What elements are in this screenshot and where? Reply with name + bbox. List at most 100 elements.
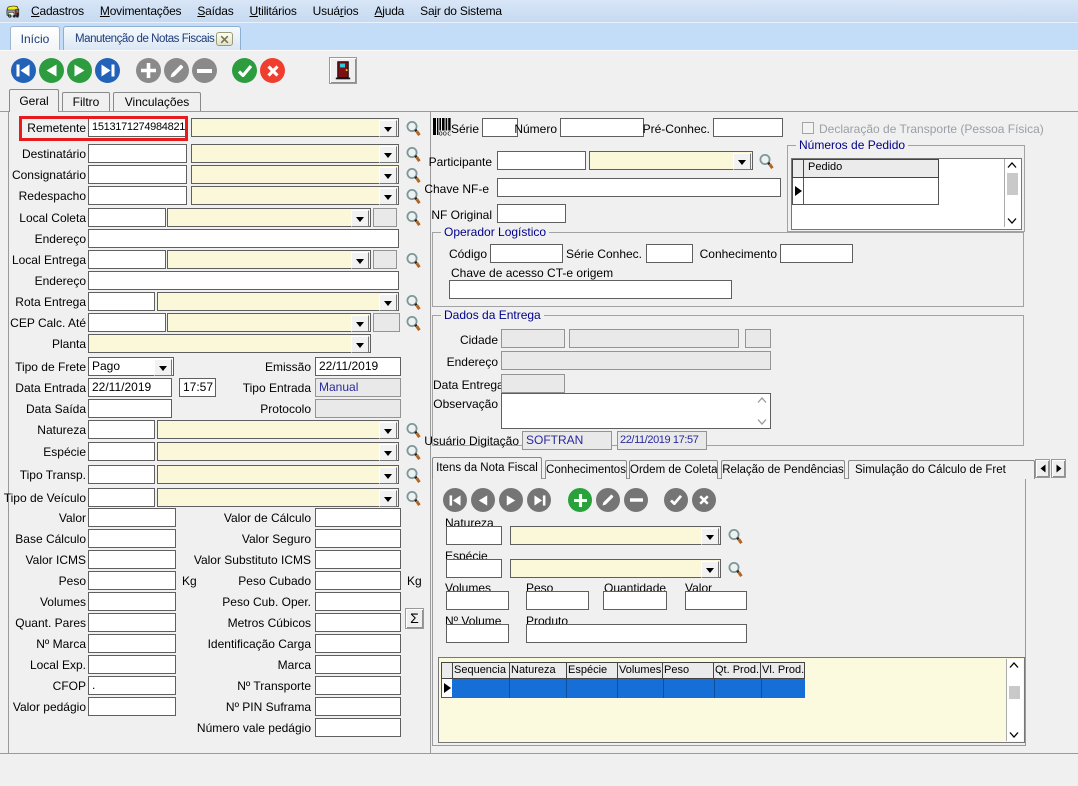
local-coleta-input[interactable] (88, 208, 166, 227)
chevron-down-icon[interactable] (733, 153, 751, 170)
scroll-down-icon[interactable] (757, 419, 767, 425)
valor-subst-icms-input[interactable] (315, 550, 401, 569)
rota-entrega-combo[interactable] (157, 292, 399, 311)
tab-simulacao-calculo-frete[interactable]: Simulação do Cálculo de Fret (848, 460, 1035, 479)
itens-add-button[interactable] (568, 488, 592, 512)
chevron-down-icon[interactable] (154, 359, 172, 376)
menu-item-saidas[interactable]: Saídas (189, 0, 241, 23)
tab-conhecimentos[interactable]: Conhecimentos (545, 460, 627, 479)
tab-filtro[interactable]: Filtro (62, 92, 110, 112)
pedido-row-cell[interactable] (803, 177, 939, 205)
marca-input[interactable] (315, 655, 401, 674)
itens-first-button[interactable] (443, 488, 467, 512)
n-marca-input[interactable] (88, 634, 176, 653)
itens-cancel-button[interactable] (692, 488, 716, 512)
n-transporte-input[interactable] (315, 676, 401, 695)
pedido-grid[interactable]: Pedido (791, 158, 1022, 230)
itens-last-button[interactable] (527, 488, 551, 512)
ident-carga-input[interactable] (315, 634, 401, 653)
data-saida-input[interactable] (88, 399, 172, 418)
tipo-transp-input[interactable] (88, 465, 155, 484)
scroll-up-icon[interactable] (757, 397, 767, 403)
conhecimento-input[interactable] (780, 244, 853, 263)
next-record-button[interactable] (67, 58, 92, 83)
rota-entrega-input[interactable] (88, 292, 155, 311)
itens-natureza-input[interactable] (446, 526, 502, 545)
itens-especie-search-icon[interactable] (727, 560, 744, 579)
valor-icms-input[interactable] (88, 550, 176, 569)
tipo-veiculo-search-icon[interactable] (405, 489, 422, 508)
consignatario-combo[interactable] (191, 165, 399, 184)
tab-ordem-de-coleta[interactable]: Ordem de Coleta (629, 460, 718, 479)
pedido-grid-scrollbar[interactable] (1004, 159, 1021, 227)
tipo-veiculo-input[interactable] (88, 488, 155, 507)
tab-vinculacoes[interactable]: Vinculações (113, 92, 201, 112)
volumes-input[interactable] (88, 592, 176, 611)
first-record-button[interactable] (11, 58, 36, 83)
tab-geral[interactable]: Geral (9, 89, 59, 112)
itens-especie-input[interactable] (446, 559, 502, 578)
local-coleta-combo[interactable] (167, 208, 371, 227)
remetente-search-icon[interactable] (405, 119, 422, 138)
codigo-input[interactable] (490, 244, 563, 263)
redespacho-input[interactable] (88, 186, 187, 205)
participante-input[interactable] (497, 151, 586, 170)
tab-inicio[interactable]: Início (10, 26, 60, 51)
chevron-down-icon[interactable] (379, 120, 397, 137)
itens-grid-scrollbar[interactable] (1006, 659, 1023, 741)
nf-original-input[interactable] (497, 204, 566, 223)
chevron-down-icon[interactable] (379, 422, 397, 439)
tab-manutencao-notas-fiscais[interactable]: Manutenção de Notas Fiscais (63, 26, 241, 51)
numero-vale-pedagio-input[interactable] (315, 718, 401, 737)
chevron-down-icon[interactable] (379, 490, 397, 507)
itens-next-button[interactable] (499, 488, 523, 512)
destinatario-combo[interactable] (191, 144, 399, 163)
itens-n-volume-input[interactable] (446, 624, 509, 643)
scroll-up-icon[interactable] (1007, 162, 1017, 168)
col-natureza[interactable]: Natureza (509, 662, 567, 679)
observacao-textarea[interactable] (501, 393, 771, 429)
tipo-transp-combo[interactable] (157, 465, 399, 484)
local-entrega-input[interactable] (88, 250, 166, 269)
previous-record-button[interactable] (39, 58, 64, 83)
n-pin-suframa-input[interactable] (315, 697, 401, 716)
confirm-button[interactable] (232, 58, 257, 83)
rota-entrega-search-icon[interactable] (405, 293, 422, 312)
chevron-down-icon[interactable] (379, 467, 397, 484)
scroll-down-icon[interactable] (1009, 732, 1019, 738)
tipo-veiculo-combo[interactable] (157, 488, 399, 507)
col-peso[interactable]: Peso (662, 662, 714, 679)
local-exp-input[interactable] (88, 655, 176, 674)
menu-item-cadastros[interactable]: Cadastros (23, 0, 92, 23)
tipo-transp-search-icon[interactable] (405, 466, 422, 485)
itens-delete-button[interactable] (624, 488, 648, 512)
add-button[interactable] (136, 58, 161, 83)
valor-seguro-input[interactable] (315, 529, 401, 548)
tab-scroll-right-button[interactable] (1051, 459, 1066, 478)
tipo-frete-combo[interactable]: Pago (88, 357, 174, 376)
itens-edit-button[interactable] (596, 488, 620, 512)
itens-natureza-search-icon[interactable] (727, 527, 744, 546)
participante-combo[interactable] (589, 151, 753, 170)
cancel-button[interactable] (260, 58, 285, 83)
valor-pedagio-input[interactable] (88, 697, 176, 716)
local-entrega-search-icon[interactable] (405, 251, 422, 270)
endereco-entrega-input[interactable] (88, 271, 399, 290)
itens-confirm-button[interactable] (664, 488, 688, 512)
menu-item-utilitarios[interactable]: Utilitários (242, 0, 305, 23)
col-sequencia[interactable]: Sequencia (452, 662, 510, 679)
close-icon[interactable] (216, 32, 233, 46)
col-volumes[interactable]: Volumes (617, 662, 663, 679)
chevron-down-icon[interactable] (351, 252, 369, 269)
data-entrada-input[interactable]: 22/11/2019 (88, 378, 172, 397)
planta-combo[interactable] (88, 334, 371, 353)
tab-relacao-de-pendencias[interactable]: Relação de Pendências (721, 460, 845, 479)
itens-produto-input[interactable] (526, 624, 747, 643)
chevron-down-icon[interactable] (351, 336, 369, 353)
cep-calc-ate-input[interactable] (88, 313, 166, 332)
quant-pares-input[interactable] (88, 613, 176, 632)
col-especie[interactable]: Espécie (566, 662, 618, 679)
pedido-column-header[interactable]: Pedido (803, 159, 939, 178)
metros-cubicos-input[interactable] (315, 613, 401, 632)
peso-cubado-input[interactable] (315, 571, 401, 590)
